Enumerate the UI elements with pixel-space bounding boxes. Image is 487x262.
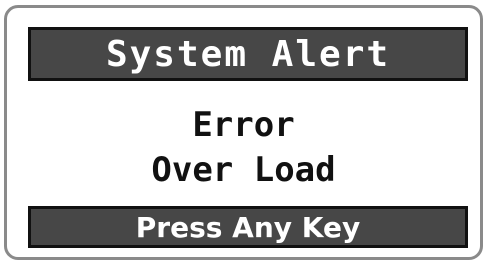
alert-title: System Alert bbox=[105, 33, 391, 75]
alert-title-bar: System Alert bbox=[28, 27, 468, 81]
error-message-line1: Error bbox=[192, 105, 295, 145]
press-any-key-label: Press Any Key bbox=[135, 210, 361, 244]
press-any-key-bar[interactable]: Press Any Key bbox=[28, 206, 468, 248]
error-message-line2: Over Load bbox=[151, 150, 336, 190]
